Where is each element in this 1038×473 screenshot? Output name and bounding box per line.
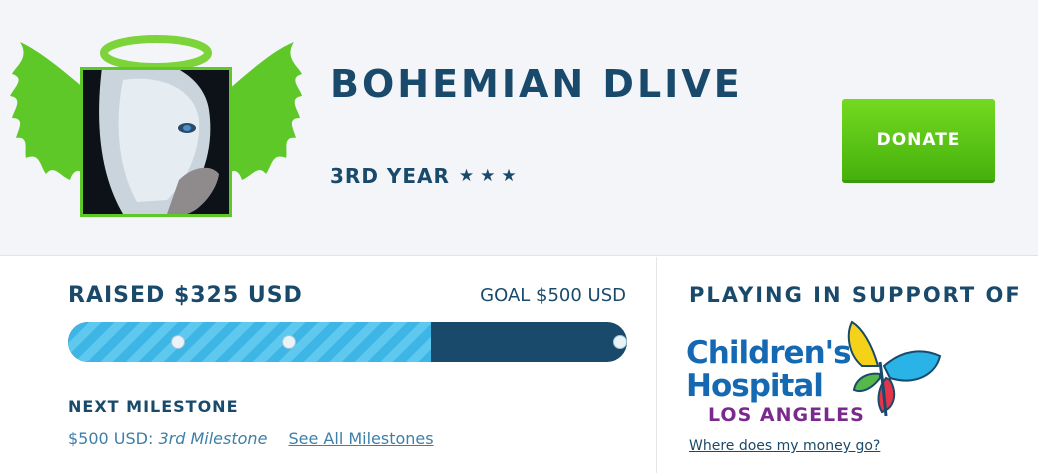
profile-header: BOHEMIAN DLIVE 3RD YEAR ★ ★ ★ DONATE bbox=[0, 0, 1038, 256]
next-milestone-title: NEXT MILESTONE bbox=[68, 397, 239, 416]
where-does-my-money-go-link[interactable]: Where does my money go? bbox=[689, 438, 880, 454]
milestone-marker[interactable] bbox=[282, 335, 296, 349]
butterfly-icon bbox=[847, 320, 942, 417]
charity-name-line1: Children's bbox=[686, 335, 852, 371]
milestone-name: 3rd Milestone bbox=[158, 429, 268, 448]
milestone-amount: $500 USD: bbox=[68, 429, 154, 448]
raised-amount: RAISED $325 USD bbox=[68, 283, 303, 308]
goal-amount: GOAL $500 USD bbox=[480, 285, 626, 306]
year-stars: ★ ★ ★ bbox=[458, 165, 517, 186]
donate-button[interactable]: DONATE bbox=[842, 99, 995, 180]
star-icon: ★ bbox=[480, 165, 496, 186]
charity-name-line2: Hospital bbox=[686, 368, 824, 404]
milestone-marker[interactable] bbox=[171, 335, 185, 349]
year-label: 3RD YEAR bbox=[330, 164, 450, 188]
fundraising-progress-bar bbox=[68, 322, 627, 362]
charity-name-line3: LOS ANGELES bbox=[708, 404, 865, 426]
star-icon: ★ bbox=[501, 165, 517, 186]
charity-logo[interactable]: Children's Hospital LOS ANGELES bbox=[686, 320, 946, 428]
streamer-name: BOHEMIAN DLIVE bbox=[330, 62, 743, 106]
avatar-frame bbox=[8, 30, 304, 226]
see-all-milestones-link[interactable]: See All Milestones bbox=[289, 429, 434, 448]
section-divider bbox=[656, 257, 657, 473]
next-milestone-detail: $500 USD: 3rd Milestone See All Mileston… bbox=[68, 429, 434, 448]
milestone-marker[interactable] bbox=[613, 335, 627, 349]
progress-fill bbox=[68, 322, 432, 362]
year-badge: 3RD YEAR ★ ★ ★ bbox=[330, 164, 517, 188]
avatar bbox=[80, 67, 232, 217]
star-icon: ★ bbox=[458, 165, 475, 186]
support-title: PLAYING IN SUPPORT OF bbox=[689, 283, 1022, 307]
